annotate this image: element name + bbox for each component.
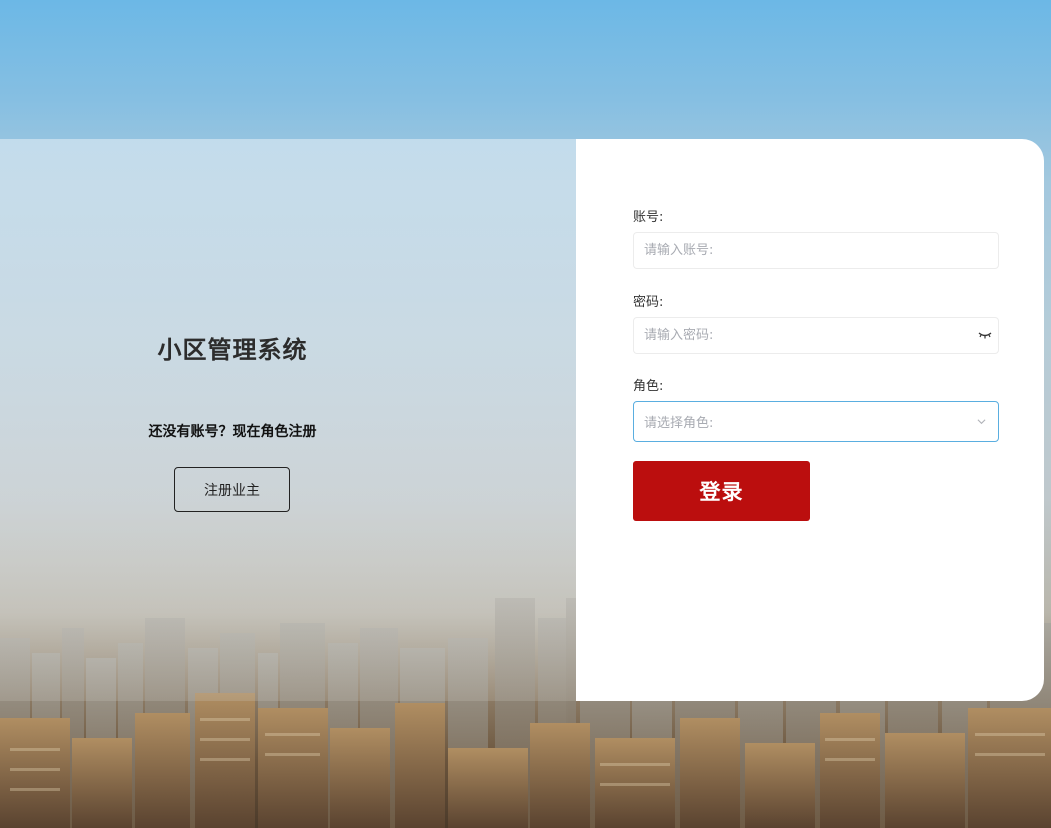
password-input[interactable] [633, 317, 999, 354]
left-panel-overlay [0, 139, 576, 701]
role-select-placeholder: 请选择角色: [644, 416, 714, 431]
register-owner-button[interactable]: 注册业主 [174, 467, 290, 512]
account-label: 账号: [633, 210, 664, 225]
role-label: 角色: [633, 379, 664, 394]
system-title: 小区管理系统 [157, 336, 308, 364]
register-tip: 还没有账号？现在角色注册 [148, 424, 317, 440]
eye-closed-icon[interactable] [978, 330, 992, 340]
password-label: 密码: [633, 295, 664, 310]
chevron-down-icon [977, 419, 986, 425]
login-button[interactable]: 登录 [633, 461, 810, 521]
account-input[interactable] [633, 232, 999, 269]
login-page: 小区管理系统 还没有账号？现在角色注册 注册业主 账号: 密码: 角色: 请选择… [0, 0, 1051, 828]
role-select[interactable]: 请选择角色: [633, 401, 999, 442]
